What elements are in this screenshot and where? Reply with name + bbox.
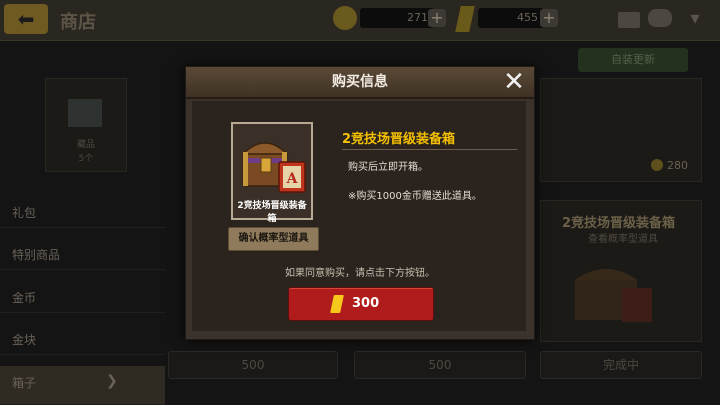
item-preview: A 2竞技场晋级装备箱	[231, 122, 313, 224]
product-price: 280	[667, 159, 688, 172]
product-icon	[68, 99, 102, 127]
mail-icon[interactable]	[618, 12, 640, 28]
item-note: ※购买1000金币赠送此道具。	[348, 191, 482, 202]
item-name: 2竞技场晋级装备箱	[342, 132, 456, 147]
sidebar-item-gold[interactable]: 金块	[0, 325, 165, 355]
price-button[interactable]: 完成中	[540, 351, 702, 379]
featured-product-subtitle: 查看概率型道具	[588, 234, 658, 245]
coin-icon	[651, 159, 663, 171]
divider	[342, 149, 517, 150]
gold-bar-icon	[330, 295, 344, 313]
product-caption: 5个	[78, 154, 94, 164]
page-title: 商店	[60, 12, 96, 33]
coin-icon	[333, 6, 357, 30]
gold-counter: 455	[478, 8, 544, 28]
left-product-card[interactable]: 藏品 5个	[45, 78, 127, 172]
sidebar-item-coins[interactable]: 金币	[0, 283, 165, 313]
coin-counter: 271	[360, 8, 434, 28]
purchase-hint: 如果同意购买，请点击下方按钮。	[285, 268, 435, 279]
add-coins-button[interactable]: +	[428, 9, 446, 27]
back-button[interactable]: ⬅	[4, 4, 48, 34]
close-button[interactable]: ✕	[500, 69, 528, 95]
sidebar-item-boxes[interactable]: 箱子	[0, 366, 165, 405]
item-description: 购买后立即开箱。	[348, 162, 428, 173]
close-icon: ✕	[503, 67, 525, 97]
featured-product-title: 2竞技场晋级装备箱	[562, 216, 676, 231]
buy-price: 300	[352, 296, 380, 311]
chest-icon: A	[241, 132, 307, 198]
item-preview-label: 2竞技场晋级装备箱	[237, 201, 307, 224]
chest-icon	[570, 258, 660, 328]
add-gold-button[interactable]: +	[540, 9, 558, 27]
back-arrow-icon: ⬅	[17, 7, 35, 31]
product-name: 藏品	[76, 140, 95, 150]
refresh-button[interactable]: 自装更新	[578, 48, 688, 72]
right-product-card[interactable]: 280	[540, 78, 702, 182]
chat-icon[interactable]	[648, 9, 672, 27]
price-button[interactable]: 500	[168, 351, 338, 379]
svg-text:A: A	[286, 171, 299, 187]
dialog-title: 购买信息	[332, 74, 388, 90]
price-button[interactable]: 500	[354, 351, 526, 379]
chevron-down-icon[interactable]: ▾	[684, 8, 706, 30]
check-probability-button[interactable]: 确认概率型道具	[228, 227, 319, 251]
chevron-right-icon: ❯	[106, 373, 118, 389]
purchase-dialog: 购买信息 ✕ A 2竞技场晋级装备箱 确认概率型道具 2竞技场晋级装备箱 购买后…	[185, 66, 535, 340]
buy-button[interactable]: 300	[288, 287, 434, 321]
sidebar-item-special[interactable]: 特别商品	[0, 240, 165, 270]
sidebar-item-gift-pack[interactable]: 礼包	[0, 198, 165, 228]
